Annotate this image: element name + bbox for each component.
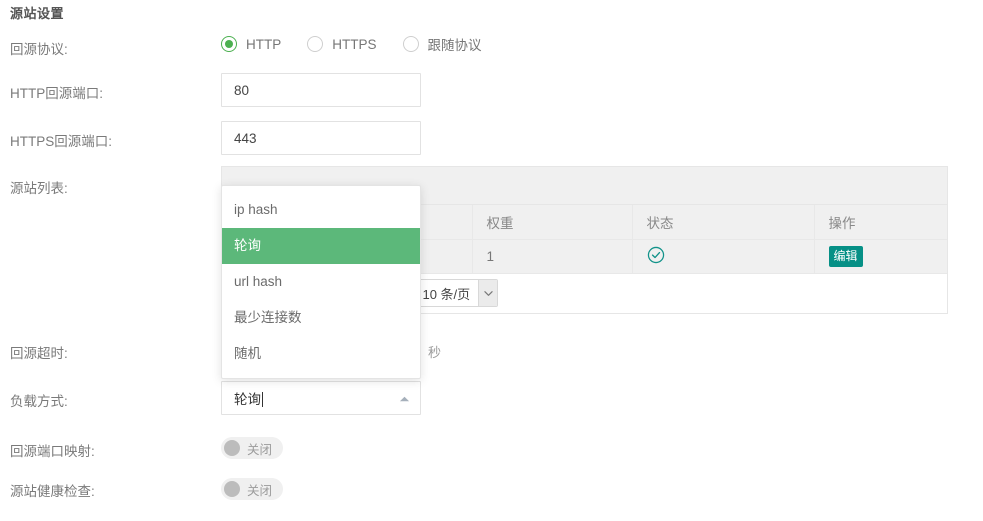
toggle-knob-icon	[224, 440, 240, 456]
radio-mark-icon	[221, 36, 237, 52]
port-mapping-toggle[interactable]: 关闭	[221, 437, 284, 459]
page-title: 源站设置	[10, 6, 65, 21]
radio-label-https: HTTPS	[332, 36, 377, 52]
label-port-mapping: 回源端口映射:	[10, 444, 95, 459]
dropdown-option-random[interactable]: 随机	[222, 336, 420, 372]
port-mapping-toggle-label: 关闭	[247, 442, 273, 457]
chevron-down-icon	[478, 280, 498, 306]
load-balance-dropdown[interactable]: ip hash 轮询 url hash 最少连接数 随机	[221, 185, 421, 379]
dropdown-option-ip-hash[interactable]: ip hash	[222, 192, 420, 228]
radio-mark-icon	[402, 36, 419, 52]
edit-button[interactable]: 编辑	[828, 245, 863, 267]
origin-settings-page: 源站设置 回源协议: HTTP HTTPS 跟随协议 HTTP回源端口: HTT…	[0, 0, 983, 521]
cell-status	[632, 239, 815, 274]
http-port-input[interactable]	[221, 73, 421, 107]
radio-option-http[interactable]: HTTP	[221, 36, 281, 52]
radio-option-https[interactable]: HTTPS	[307, 36, 377, 52]
text-caret	[262, 392, 263, 407]
label-protocol: 回源协议:	[10, 42, 68, 57]
dropdown-option-least-conn[interactable]: 最少连接数	[222, 300, 420, 336]
table-col-status: 状态	[632, 205, 815, 240]
cell-action: 编辑	[814, 239, 947, 274]
label-timeout: 回源超时:	[10, 346, 68, 361]
label-load-balance: 负载方式:	[10, 394, 68, 409]
https-port-input[interactable]	[221, 121, 421, 155]
toggle-knob-icon	[224, 481, 240, 497]
label-health-check: 源站健康检查:	[10, 484, 95, 499]
load-balance-value: 轮询	[234, 388, 399, 408]
label-http-port: HTTP回源端口:	[10, 86, 103, 101]
table-col-action: 操作	[814, 205, 947, 240]
dropdown-option-url-hash[interactable]: url hash	[222, 264, 420, 300]
radio-mark-icon	[307, 36, 324, 52]
dropdown-option-round-robin[interactable]: 轮询	[222, 228, 420, 264]
protocol-radio-group[interactable]: HTTP HTTPS 跟随协议	[221, 34, 508, 54]
table-col-weight: 权重	[472, 205, 633, 240]
label-https-port: HTTPS回源端口:	[10, 134, 113, 149]
chevron-up-icon[interactable]	[399, 391, 410, 406]
health-check-toggle[interactable]: 关闭	[221, 478, 284, 500]
page-size-value: 10 条/页	[422, 286, 471, 302]
radio-label-http: HTTP	[246, 36, 282, 52]
radio-label-follow: 跟随协议	[427, 38, 482, 53]
label-origin-list: 源站列表:	[10, 181, 68, 196]
timeout-unit-label: 秒	[428, 345, 442, 360]
health-check-toggle-label: 关闭	[247, 483, 273, 498]
page-size-select[interactable]: 10 条/页	[413, 279, 499, 307]
radio-option-follow[interactable]: 跟随协议	[402, 34, 482, 54]
load-balance-text: 轮询	[234, 392, 261, 407]
circle-check-icon	[647, 246, 665, 267]
cell-weight: 1	[472, 239, 633, 274]
load-balance-select[interactable]: 轮询	[221, 381, 421, 415]
